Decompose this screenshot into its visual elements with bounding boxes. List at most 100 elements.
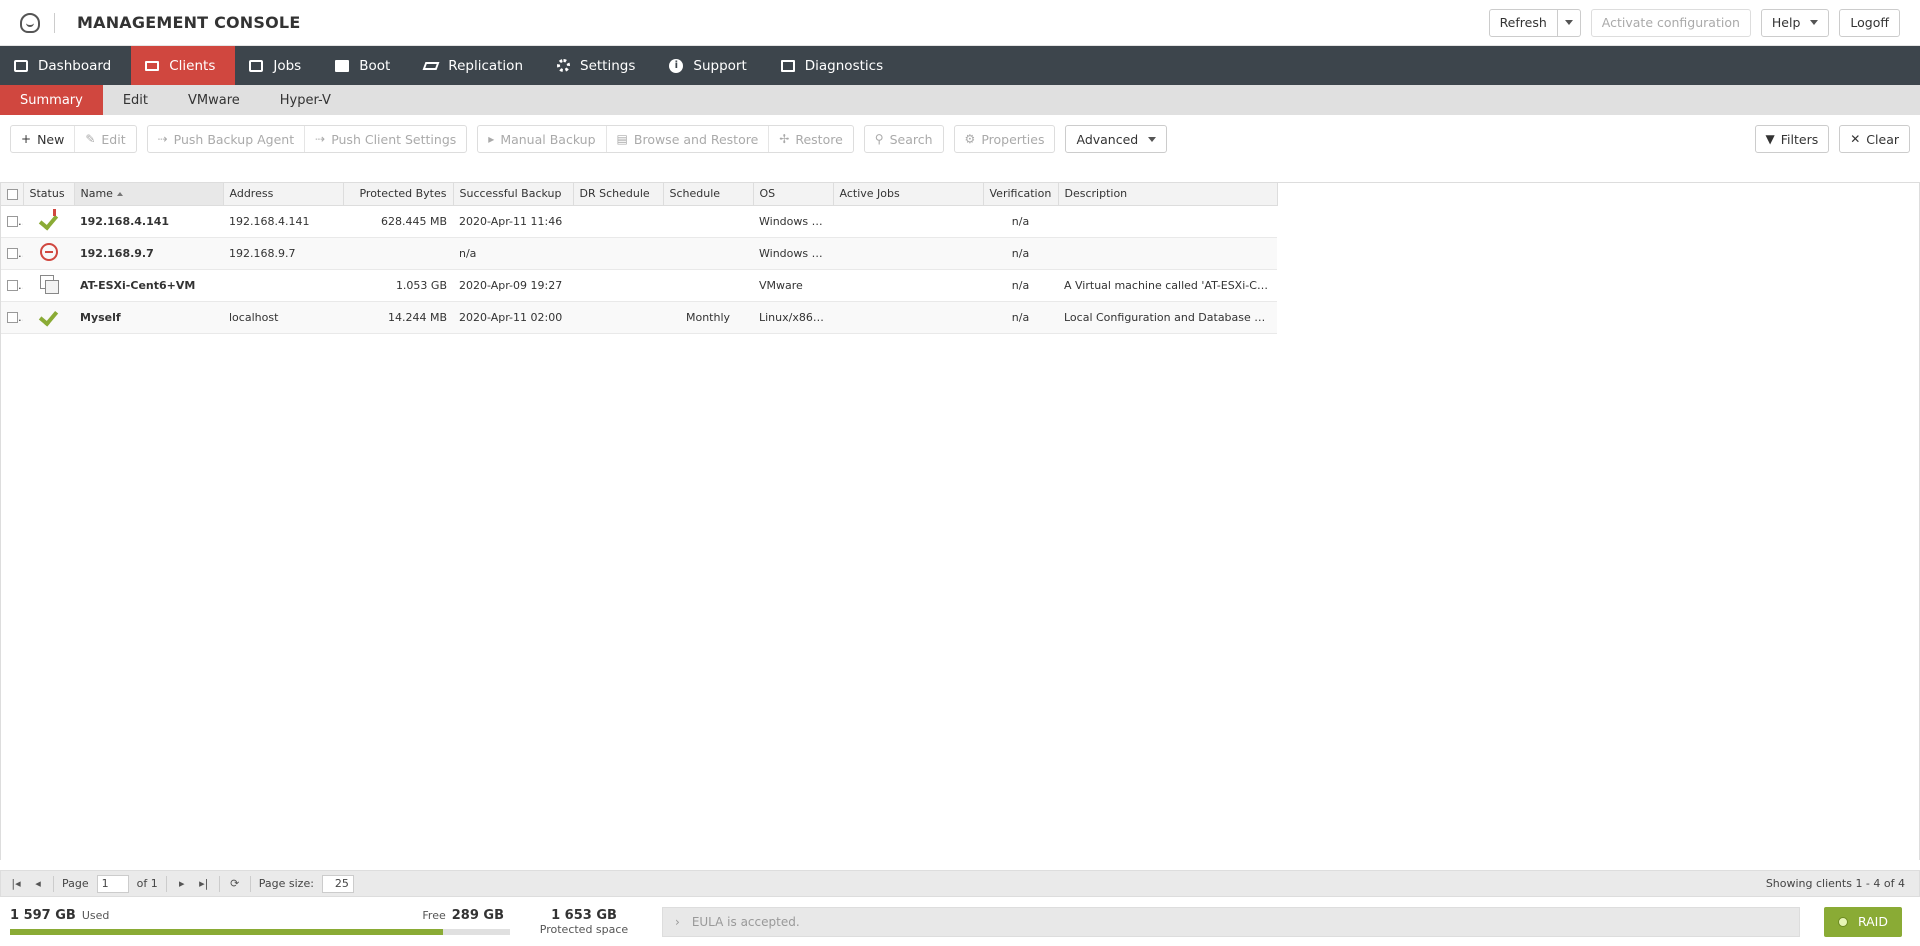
first-page-icon[interactable]: |◂	[9, 877, 23, 890]
nav-replication[interactable]: Replication	[410, 46, 543, 85]
filters-label: Filters	[1780, 131, 1819, 147]
refresh-button[interactable]: Refresh	[1488, 8, 1558, 37]
dashboard-icon	[14, 59, 28, 72]
column-header[interactable]: DR Schedule	[573, 183, 664, 206]
status-ok-warning-icon	[40, 208, 58, 229]
tab-vmware[interactable]: VMware	[168, 85, 260, 115]
nav-jobs[interactable]: Jobs	[235, 46, 321, 85]
raid-status-button[interactable]: RAID	[1823, 906, 1902, 937]
eula-status-bar[interactable]: › EULA is accepted.	[662, 906, 1800, 937]
last-page-icon[interactable]: ▸|	[197, 877, 211, 890]
nav-label: Diagnostics	[804, 57, 884, 74]
column-header[interactable]: Schedule	[663, 183, 754, 206]
tab-summary[interactable]: Summary	[0, 85, 103, 115]
os: Windows 8.1	[753, 205, 833, 238]
new-button[interactable]: + New	[11, 126, 76, 152]
push-client-settings-button[interactable]: ⇢ Push Client Settings	[305, 126, 466, 152]
page-label: Page	[62, 877, 89, 890]
table-row[interactable]: AT-ESXi-Cent6+VM 1.053 GB 2020-Apr-09 19…	[1, 269, 1277, 302]
client-name: 192.168.9.7	[74, 237, 223, 270]
nav-support[interactable]: i Support	[655, 46, 766, 85]
nav-diagnostics[interactable]: Diagnostics	[767, 46, 903, 85]
nav-label: Jobs	[273, 57, 302, 74]
clear-button[interactable]: ✕ Clear	[1839, 125, 1910, 153]
browse-icon: ▤	[616, 132, 628, 146]
client-name: AT-ESXi-Cent6+VM	[74, 269, 223, 302]
verification: n/a	[983, 269, 1058, 302]
row-checkbox[interactable]	[7, 216, 18, 227]
free-label: Free	[422, 909, 446, 922]
nav-settings[interactable]: Settings	[543, 46, 655, 85]
nav-dashboard[interactable]: Dashboard	[0, 46, 131, 85]
table-row[interactable]: 192.168.9.7 192.168.9.7 n/a Windows S...…	[1, 237, 1277, 270]
column-header-label: Name	[80, 187, 113, 201]
os: Windows S...	[753, 237, 833, 270]
table-row[interactable]: 192.168.4.141 192.168.4.141 628.445 MB 2…	[1, 205, 1277, 238]
manual-backup-button[interactable]: ▸ Manual Backup	[478, 126, 607, 152]
tab-edit[interactable]: Edit	[103, 85, 168, 115]
restore-button[interactable]: ✢ Restore	[769, 126, 853, 152]
properties-button[interactable]: ⚙ Properties	[955, 126, 1055, 152]
row-checkbox[interactable]	[7, 248, 18, 259]
page-number-input[interactable]: 1	[96, 874, 129, 893]
column-header[interactable]: Address	[223, 183, 344, 206]
free-value: 289 GB	[451, 908, 504, 923]
protected-bytes: 1.053 GB	[343, 269, 453, 302]
page-count-label: of 1	[136, 877, 158, 890]
search-button[interactable]: ⚲ Search	[865, 126, 943, 152]
column-header-name[interactable]: Name	[74, 183, 224, 206]
protected-value: 1 653 GB	[551, 907, 617, 923]
table-row[interactable]: Myself localhost 14.244 MB 2020-Apr-11 0…	[1, 301, 1277, 334]
nav-clients[interactable]: Clients	[131, 46, 236, 85]
refresh-icon[interactable]: ⟳	[228, 877, 242, 890]
select-all-checkbox[interactable]	[7, 188, 18, 200]
raid-label: RAID	[1857, 914, 1888, 929]
dr-schedule	[573, 269, 663, 302]
column-header[interactable]: Successful Backup	[453, 183, 574, 206]
successful-backup: 2020-Apr-11 11:46	[453, 205, 573, 238]
column-header[interactable]: Active Jobs	[833, 183, 984, 206]
nav-boot[interactable]: Boot	[321, 46, 410, 85]
restore-label: Restore	[795, 131, 843, 147]
browse-restore-button[interactable]: ▤ Browse and Restore	[607, 126, 770, 152]
column-header[interactable]: OS	[753, 183, 834, 206]
refresh-dropdown-button[interactable]	[1557, 8, 1581, 37]
header-divider	[54, 12, 55, 33]
push-backup-agent-button[interactable]: ⇢ Push Backup Agent	[148, 126, 306, 152]
advanced-dropdown-button[interactable]: Advanced	[1065, 125, 1168, 153]
logoff-button[interactable]: Logoff	[1839, 8, 1900, 37]
column-header[interactable]: Verification	[983, 183, 1059, 206]
restore-icon: ✢	[779, 132, 790, 146]
page-size-input[interactable]: 25	[321, 874, 354, 893]
close-icon: ✕	[1850, 132, 1861, 146]
pagination-bar: |◂ ◂ Page 1 of 1 ▸ ▸| ⟳ Page size: 25 Sh…	[0, 870, 1920, 897]
client-address	[223, 269, 343, 302]
manual-backup-label: Manual Backup	[500, 131, 596, 147]
column-header[interactable]: Description	[1058, 183, 1278, 206]
column-header[interactable]: Protected Bytes	[343, 183, 454, 206]
column-header[interactable]: Status	[23, 183, 75, 206]
active-jobs	[833, 269, 983, 302]
row-checkbox[interactable]	[7, 312, 18, 323]
nav-label: Settings	[580, 57, 636, 74]
protected-label: Protected space	[539, 922, 629, 936]
row-checkbox[interactable]	[7, 280, 18, 291]
toolbar-group-push: ⇢ Push Backup Agent ⇢ Push Client Settings	[146, 125, 468, 153]
schedule	[663, 237, 753, 270]
os: Linux/x86_64	[753, 301, 833, 334]
help-button[interactable]: Help	[1760, 8, 1830, 37]
clients-table: Status Name Address Protected Bytes Succ…	[1, 183, 1278, 334]
verification: n/a	[983, 301, 1058, 334]
boot-icon	[335, 59, 350, 72]
edit-button[interactable]: ✎ Edit	[75, 126, 135, 152]
tab-hyper-v[interactable]: Hyper-V	[260, 85, 351, 115]
activate-configuration-button[interactable]: Activate configuration	[1590, 8, 1751, 37]
dr-schedule	[573, 205, 663, 238]
status-dot-icon	[1837, 916, 1848, 927]
next-page-icon[interactable]: ▸	[175, 877, 189, 890]
previous-page-icon[interactable]: ◂	[31, 877, 45, 890]
schedule: Monthly	[663, 301, 753, 334]
filters-button[interactable]: ▼ Filters	[1754, 125, 1830, 153]
active-jobs	[833, 301, 983, 334]
verification: n/a	[983, 237, 1058, 270]
